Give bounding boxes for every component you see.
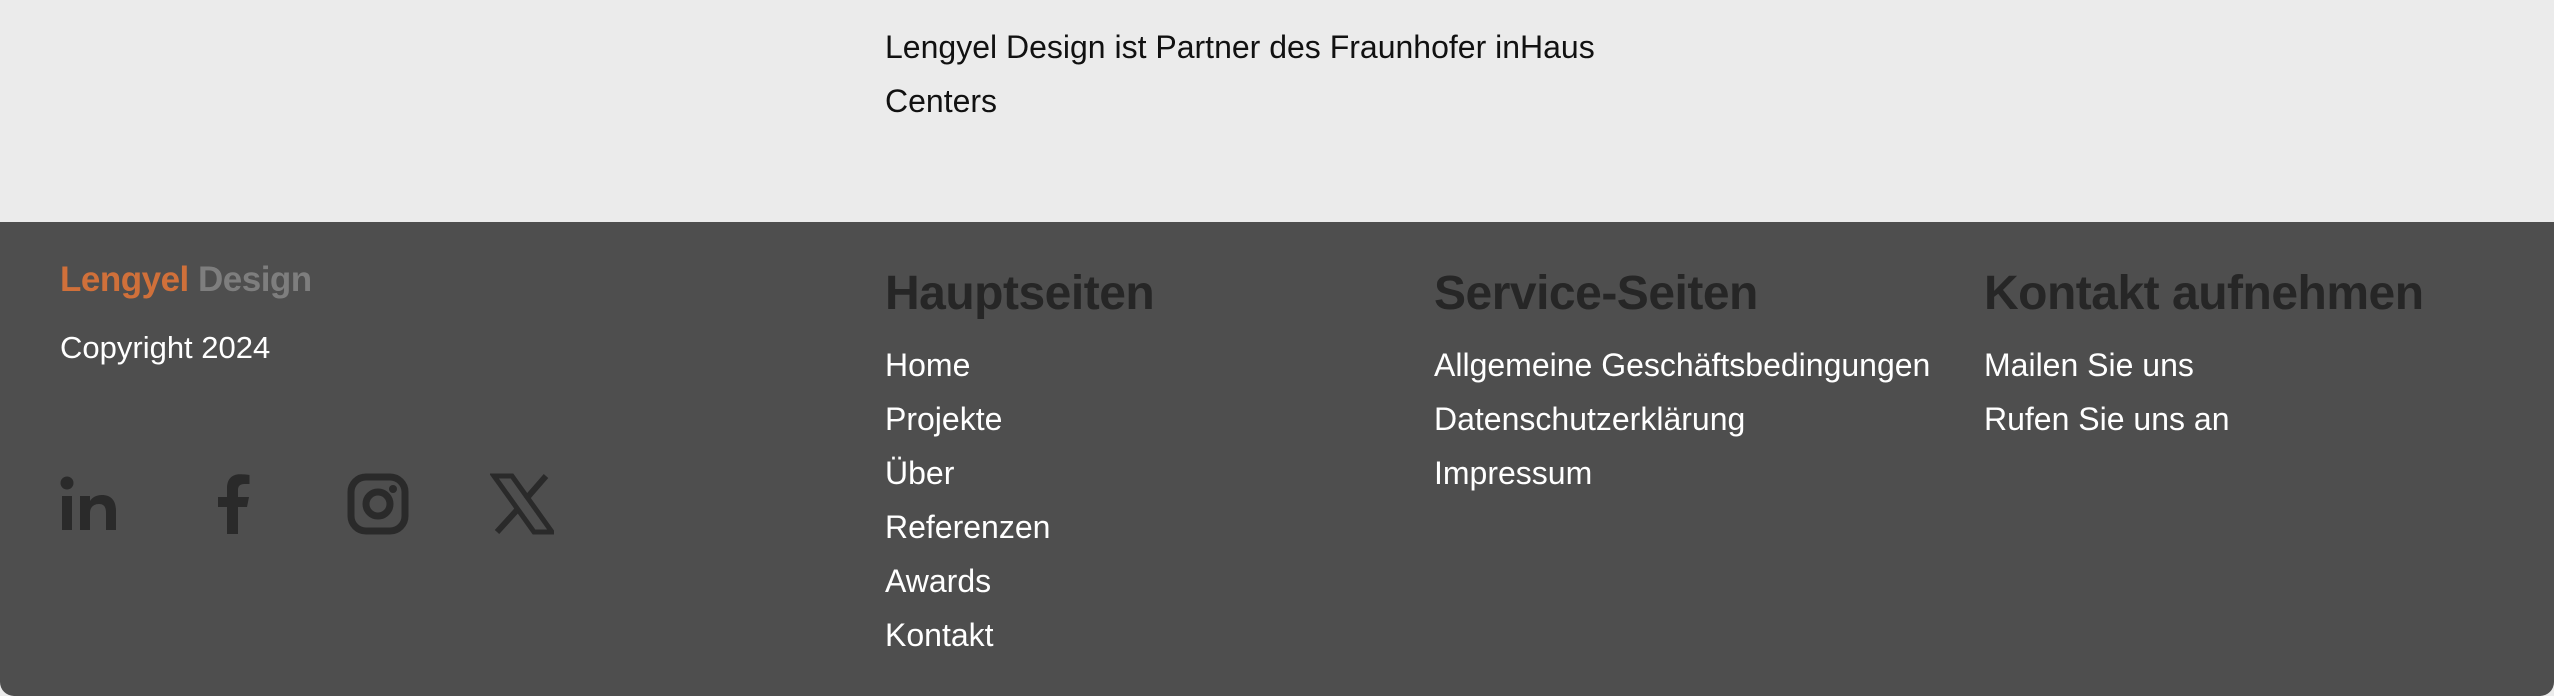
- footer-link-home[interactable]: Home: [885, 338, 1154, 392]
- footer-main-pages: Hauptseiten Home Projekte Über Referenze…: [885, 262, 1155, 662]
- logo-word-lengyel: Lengyel: [60, 260, 189, 299]
- social-links: [58, 472, 554, 536]
- footer-link-agb[interactable]: Allgemeine Geschäftsbedingungen: [1434, 338, 1930, 392]
- footer-link-referenzen[interactable]: Referenzen: [885, 500, 1154, 554]
- footer-service-pages: Service-Seiten Allgemeine Geschäftsbedin…: [1434, 262, 1930, 500]
- site-footer: Lengyel Design Copyright 2024 Hauptseite…: [0, 222, 2554, 696]
- x-twitter-icon[interactable]: [490, 472, 554, 536]
- linkedin-icon[interactable]: [58, 472, 122, 536]
- copyright-text: Copyright 2024: [60, 330, 271, 365]
- partner-line-1: Lengyel Design ist Partner des Fraunhofe…: [885, 29, 1595, 65]
- footer-heading-main: Hauptseiten: [885, 267, 1155, 320]
- footer-link-kontakt[interactable]: Kontakt: [885, 608, 1154, 662]
- footer-link-ueber[interactable]: Über: [885, 446, 1154, 500]
- footer-link-mail[interactable]: Mailen Sie uns: [1984, 338, 2424, 392]
- footer-link-impressum[interactable]: Impressum: [1434, 446, 1930, 500]
- logo-word-design: Design: [198, 260, 312, 299]
- footer-heading-service: Service-Seiten: [1434, 267, 1758, 320]
- partner-statement: Lengyel Design ist Partner des Fraunhofe…: [885, 20, 1645, 128]
- footer-link-awards[interactable]: Awards: [885, 554, 1154, 608]
- partner-section: Lengyel Design ist Partner des Fraunhofe…: [0, 0, 2554, 222]
- footer-link-projekte[interactable]: Projekte: [885, 392, 1154, 446]
- footer-heading-contact: Kontakt aufnehmen: [1984, 267, 2424, 320]
- footer-contact: Kontakt aufnehmen Mailen Sie uns Rufen S…: [1984, 262, 2424, 446]
- partner-line-2: Centers: [885, 83, 998, 119]
- footer-logo[interactable]: Lengyel Design: [60, 260, 312, 300]
- footer-link-datenschutz[interactable]: Datenschutzerklärung: [1434, 392, 1930, 446]
- instagram-icon[interactable]: [346, 472, 410, 536]
- facebook-icon[interactable]: [202, 472, 266, 536]
- footer-link-phone[interactable]: Rufen Sie uns an: [1984, 392, 2424, 446]
